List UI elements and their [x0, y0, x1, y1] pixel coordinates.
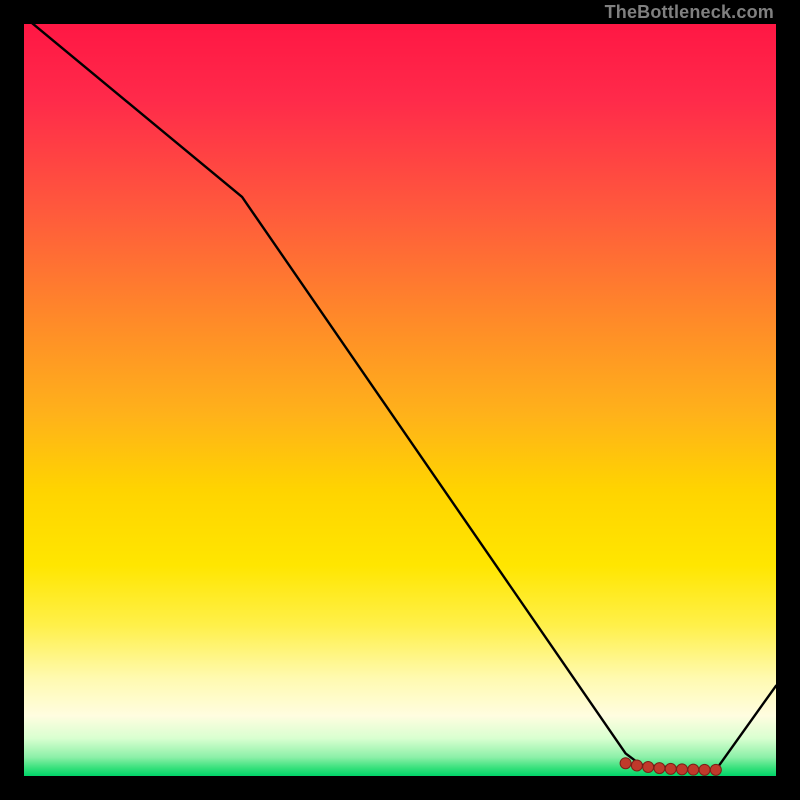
marker-dot	[620, 758, 631, 769]
marker-dot	[654, 763, 665, 774]
bottleneck-band-markers	[620, 758, 721, 776]
marker-dot	[688, 764, 699, 775]
marker-dot	[710, 764, 721, 775]
chart-frame: TheBottleneck.com	[0, 0, 800, 800]
chart-overlay	[24, 24, 776, 776]
marker-dot	[677, 764, 688, 775]
marker-dot	[631, 760, 642, 771]
bottleneck-curve-line	[24, 16, 776, 770]
marker-dot	[699, 764, 710, 775]
marker-dot	[643, 761, 654, 772]
marker-dot	[665, 763, 676, 774]
watermark-text: TheBottleneck.com	[605, 2, 774, 23]
